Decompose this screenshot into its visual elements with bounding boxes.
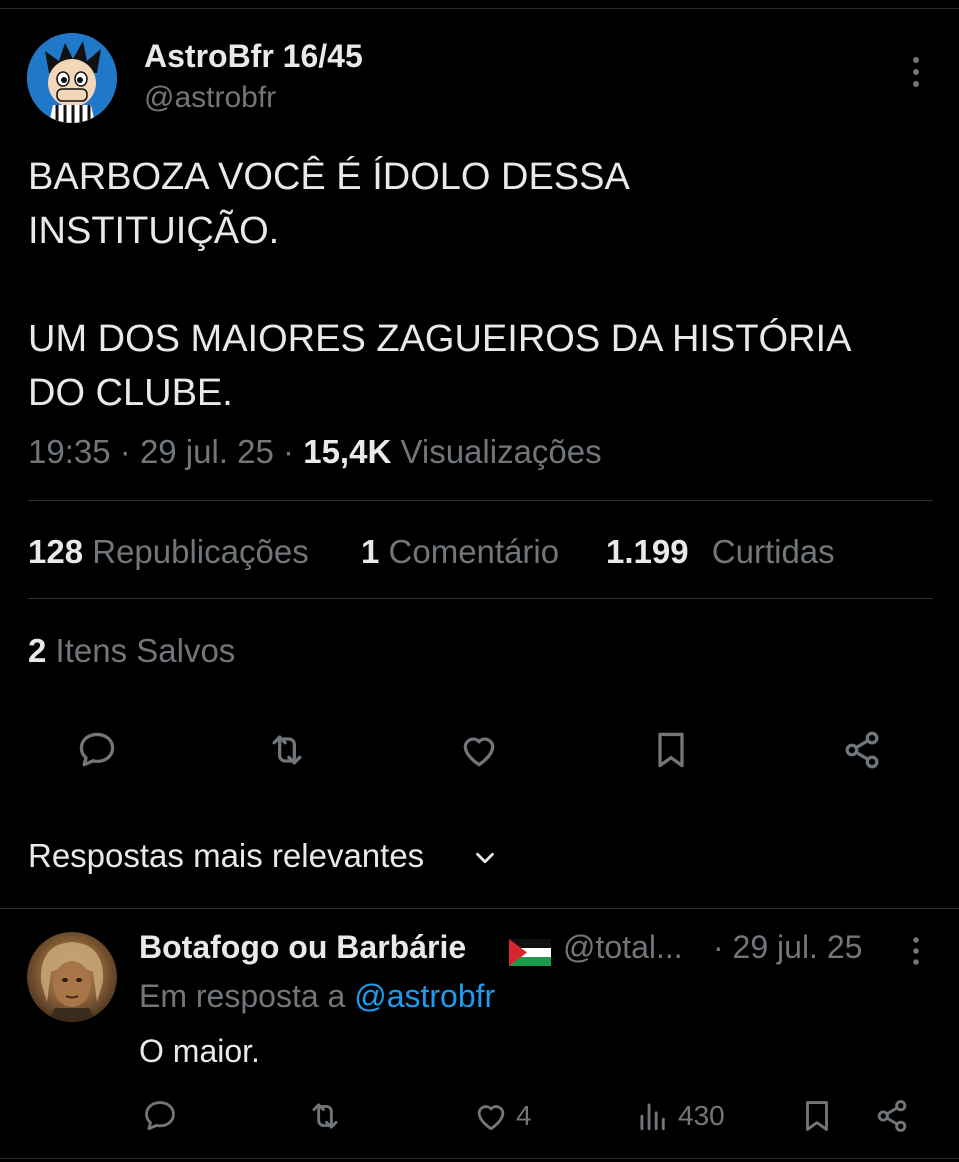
author-name[interactable]: AstroBfr 16/45 [144, 38, 363, 75]
analytics-icon [640, 1103, 665, 1131]
likes-label: Curtidas [711, 533, 835, 570]
reply-repost-icon[interactable] [306, 1096, 344, 1136]
likes-count: 1.199 [606, 533, 689, 570]
tweet-time[interactable]: 19:35 [28, 433, 111, 470]
top-divider [0, 8, 959, 9]
share-icon[interactable] [840, 728, 884, 772]
in-reply-to: Em resposta a @astrobfr [139, 978, 495, 1015]
like-icon[interactable] [457, 728, 501, 772]
reply-author-avatar[interactable] [27, 932, 117, 1022]
tweet-text: BARBOZA VOCÊ É ÍDOLO DESSA INSTITUIÇÃO. … [28, 156, 852, 414]
reply-share-icon[interactable] [873, 1096, 911, 1136]
reposts-label: Republicações [92, 533, 309, 570]
reply-like-icon [477, 1105, 505, 1131]
bottom-divider [0, 1158, 959, 1159]
author-handle[interactable]: @astrobfr [144, 81, 276, 115]
views-label: Visualizações [400, 433, 602, 470]
reply-bookmark-icon[interactable] [798, 1096, 836, 1136]
divider [28, 500, 933, 501]
palestine-flag-icon [509, 939, 551, 966]
saved-label: Itens Salvos [55, 632, 236, 669]
reply-author-handle[interactable]: @total... [563, 929, 683, 966]
reply-date[interactable]: · 29 jul. 25 [713, 929, 862, 966]
astro-avatar-image [27, 33, 117, 123]
reposts-count: 128 [28, 533, 84, 570]
in-reply-handle-link[interactable]: @astrobfr [354, 978, 495, 1014]
bookmark-icon[interactable] [649, 728, 693, 772]
tweet-meta: 19:35 · 29 jul. 25 · 15,4K Visualizações [28, 433, 602, 471]
reposts-stat[interactable]: 128 Republicações [28, 533, 309, 571]
reply-icon[interactable] [75, 728, 119, 772]
saved-stat[interactable]: 2 Itens Salvos [28, 632, 235, 670]
comments-label: Comentário [388, 533, 560, 570]
tweet-date[interactable]: 29 jul. 25 [140, 433, 274, 470]
saved-count: 2 [28, 632, 47, 669]
reply-views-button[interactable]: 430 [634, 1096, 725, 1136]
reply-text: O maior. [139, 1033, 260, 1069]
divider [28, 598, 933, 599]
reply-author-name[interactable]: Botafogo ou Barbárie [139, 929, 466, 966]
reply-more-options-icon[interactable] [904, 935, 928, 967]
chevron-down-icon[interactable] [470, 843, 500, 873]
replies-sort-label[interactable]: Respostas mais relevantes [28, 837, 424, 875]
reply-views-count: 430 [678, 1100, 725, 1131]
divider [0, 908, 959, 909]
reply-like-button[interactable]: 4 [472, 1096, 532, 1136]
views-count: 15,4K [303, 433, 392, 470]
reply-avatar-image [40, 942, 104, 1022]
author-avatar[interactable] [27, 33, 117, 123]
comments-count: 1 [361, 533, 380, 570]
in-reply-prefix: Em resposta a [139, 978, 346, 1014]
reply-likes-count: 4 [516, 1100, 532, 1131]
meta-separator: · [283, 433, 304, 470]
meta-separator: · [119, 433, 140, 470]
more-options-icon[interactable] [904, 54, 928, 90]
likes-stat[interactable]: 1.199 Curtidas [606, 533, 835, 571]
comments-stat[interactable]: 1 Comentário [361, 533, 559, 571]
repost-icon[interactable] [265, 728, 309, 772]
reply-reply-icon[interactable] [141, 1096, 179, 1136]
